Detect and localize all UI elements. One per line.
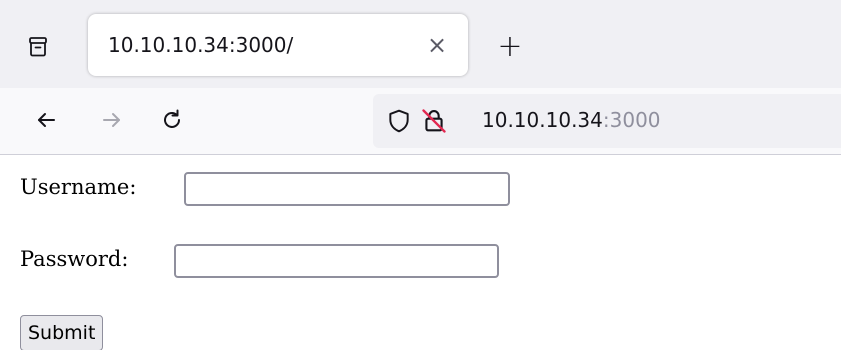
browser-tab[interactable]: 10.10.10.34:3000/ × <box>88 14 468 76</box>
tab-close-button[interactable]: × <box>420 28 454 62</box>
tab-strip: 10.10.10.34:3000/ × + <box>0 0 841 88</box>
navigation-toolbar: 10.10.10.34:3000 <box>0 88 841 155</box>
new-tab-button[interactable]: + <box>490 26 530 66</box>
url-text[interactable]: 10.10.10.34:3000 <box>482 108 661 132</box>
url-bar[interactable]: 10.10.10.34:3000 <box>373 94 841 148</box>
back-arrow-icon <box>38 113 55 127</box>
tab-list-button[interactable] <box>18 27 58 67</box>
url-host: 10.10.10.34 <box>482 108 603 132</box>
submit-button[interactable]: Submit <box>20 315 104 350</box>
shield-icon[interactable] <box>386 108 412 134</box>
username-label: Username: <box>20 175 137 199</box>
close-icon: × <box>426 31 448 59</box>
lock-strikethrough-icon[interactable] <box>420 107 448 135</box>
page-content: Username: Password: Submit <box>0 155 841 350</box>
tab-list-icon <box>29 37 47 57</box>
plus-icon: + <box>497 28 523 64</box>
url-port: :3000 <box>602 108 661 132</box>
forward-button[interactable] <box>92 98 132 142</box>
forward-arrow-icon <box>103 113 120 127</box>
username-input[interactable] <box>184 172 510 206</box>
password-input[interactable] <box>174 244 499 278</box>
reload-icon <box>164 109 180 128</box>
reload-button[interactable] <box>152 98 192 142</box>
password-label: Password: <box>20 247 129 271</box>
back-button[interactable] <box>26 98 66 142</box>
tab-title: 10.10.10.34:3000/ <box>108 33 294 57</box>
